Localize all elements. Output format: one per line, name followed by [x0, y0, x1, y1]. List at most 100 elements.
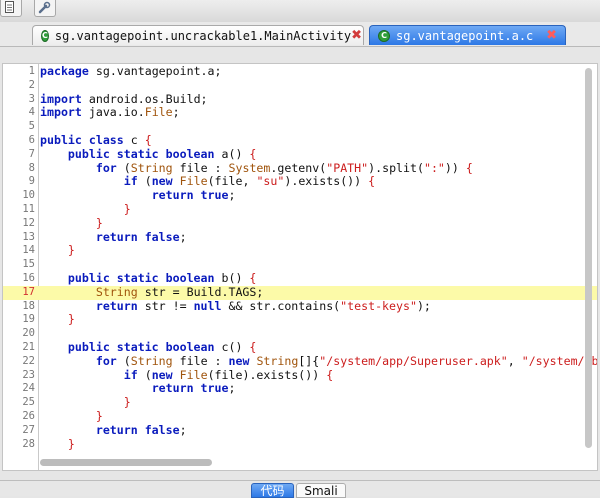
code-line[interactable]: 10 return true;: [3, 188, 597, 203]
code-line[interactable]: 20: [3, 327, 597, 341]
code-line[interactable]: 21 public static boolean c() {: [3, 339, 597, 355]
code-token: String: [130, 353, 173, 368]
code-token: String: [130, 160, 173, 175]
code-line[interactable]: 14 }: [3, 243, 597, 258]
code-token: System: [228, 160, 271, 175]
line-number: 5: [28, 120, 35, 133]
line-number: 21: [22, 340, 35, 353]
line-number: 19: [22, 313, 35, 326]
editor-tab-bar: C sg.vantagepoint.uncrackable1.MainActiv…: [0, 22, 600, 47]
code-text: String str = Build.TAGS;: [40, 285, 264, 300]
code-text: }: [40, 395, 131, 410]
document-icon[interactable]: [0, 0, 22, 17]
code-token: ;: [228, 188, 236, 203]
code-token: ,: [507, 353, 522, 368]
tab-sg-vantagepoint-a-c[interactable]: C sg.vantagepoint.a.c ✖: [369, 25, 566, 45]
code-text: public static boolean a() {: [40, 146, 257, 162]
line-number: 8: [28, 161, 35, 174]
code-line[interactable]: 28 }: [3, 437, 597, 452]
code-line[interactable]: 7 public static boolean a() {: [3, 146, 597, 162]
code-line[interactable]: 1 package sg.vantagepoint.a;: [3, 64, 597, 79]
code-line[interactable]: 4 import java.io.File;: [3, 105, 597, 120]
code-editor[interactable]: 1 package sg.vantagepoint.a; 2 3 import andr…: [2, 63, 598, 471]
line-number: 14: [22, 244, 35, 257]
code-token: a(): [214, 146, 250, 161]
code-token: (file).exists()): [207, 367, 327, 382]
code-line[interactable]: 12 }: [3, 215, 597, 231]
code-token: return true: [151, 381, 229, 396]
code-line[interactable]: 16 public static boolean b() {: [3, 271, 597, 286]
line-number: 7: [28, 147, 35, 160]
code-line[interactable]: 3 import android.os.Build;: [3, 91, 597, 107]
code-line[interactable]: 9 if (new File(file, "su").exists()) {: [3, 174, 597, 189]
code-line[interactable]: 23 if (new File(file).exists()) {: [3, 367, 597, 383]
code-token: java.io.: [81, 105, 145, 120]
code-token: (: [137, 174, 152, 189]
code-token: public static boolean: [67, 339, 215, 354]
code-token: "PATH": [326, 160, 369, 175]
code-token: null: [193, 298, 222, 313]
code-line[interactable]: 26 }: [3, 408, 597, 424]
tab-mainactivity[interactable]: C sg.vantagepoint.uncrackable1.MainActiv…: [32, 25, 364, 45]
tab-code[interactable]: 代码: [251, 483, 294, 498]
code-text: return false;: [40, 422, 187, 438]
code-token: if: [123, 174, 138, 189]
code-text: }: [40, 243, 75, 258]
close-icon[interactable]: ✖: [351, 28, 362, 43]
code-line[interactable]: 15: [3, 258, 597, 272]
code-line[interactable]: 22 for (String file : new String[]{"/sys…: [3, 353, 597, 369]
vertical-scrollbar[interactable]: [585, 68, 592, 448]
code-token: "/system/app/Superuser.apk": [319, 353, 508, 368]
code-token: import: [40, 91, 82, 106]
line-number: 9: [28, 175, 35, 188]
code-token: )): [444, 160, 466, 175]
line-number: 24: [22, 382, 35, 395]
tab-smali[interactable]: Smali: [296, 483, 346, 498]
line-number: 27: [22, 423, 35, 436]
code-line[interactable]: 13 return false;: [3, 230, 597, 245]
code-line[interactable]: 18 return str != null && str.contains("t…: [3, 298, 597, 314]
code-token: File: [179, 367, 208, 382]
code-text: for (String file : new String[]{"/system…: [40, 353, 597, 369]
code-token: {: [249, 146, 257, 161]
horizontal-scrollbar[interactable]: [40, 459, 212, 466]
code-line[interactable]: 11 }: [3, 201, 597, 217]
line-number: 17: [22, 285, 35, 298]
close-icon[interactable]: ✖: [546, 28, 557, 43]
code-line[interactable]: 27 return false;: [3, 422, 597, 438]
code-token: String: [256, 353, 299, 368]
code-token: file :: [172, 353, 229, 368]
code-line[interactable]: 17 String str = Build.TAGS;: [3, 285, 597, 300]
code-line[interactable]: 24 return true;: [3, 381, 597, 396]
code-token: (: [137, 367, 152, 382]
code-token: }: [123, 201, 131, 216]
code-token: }: [95, 215, 103, 230]
code-text: }: [40, 312, 75, 327]
code-line[interactable]: 5: [3, 120, 597, 134]
line-number: 11: [22, 202, 35, 215]
code-token: }: [95, 408, 103, 423]
code-line[interactable]: 8 for (String file : System.getenv("PATH…: [3, 160, 597, 176]
code-token: "su": [256, 174, 285, 189]
code-token: new: [151, 367, 173, 382]
code-token: ;: [228, 381, 236, 396]
code-token: import: [40, 105, 82, 120]
code-token: ;: [179, 422, 187, 437]
code-token: for: [95, 160, 117, 175]
code-line[interactable]: 19 }: [3, 312, 597, 327]
code-line[interactable]: 6 public class c {: [3, 132, 597, 148]
wrench-icon[interactable]: [34, 0, 56, 17]
code-text: public static boolean c() {: [40, 339, 256, 355]
code-line[interactable]: 2: [3, 79, 597, 93]
code-token: c: [123, 132, 145, 147]
class-icon: C: [378, 29, 390, 42]
code-line[interactable]: 25 }: [3, 395, 597, 410]
